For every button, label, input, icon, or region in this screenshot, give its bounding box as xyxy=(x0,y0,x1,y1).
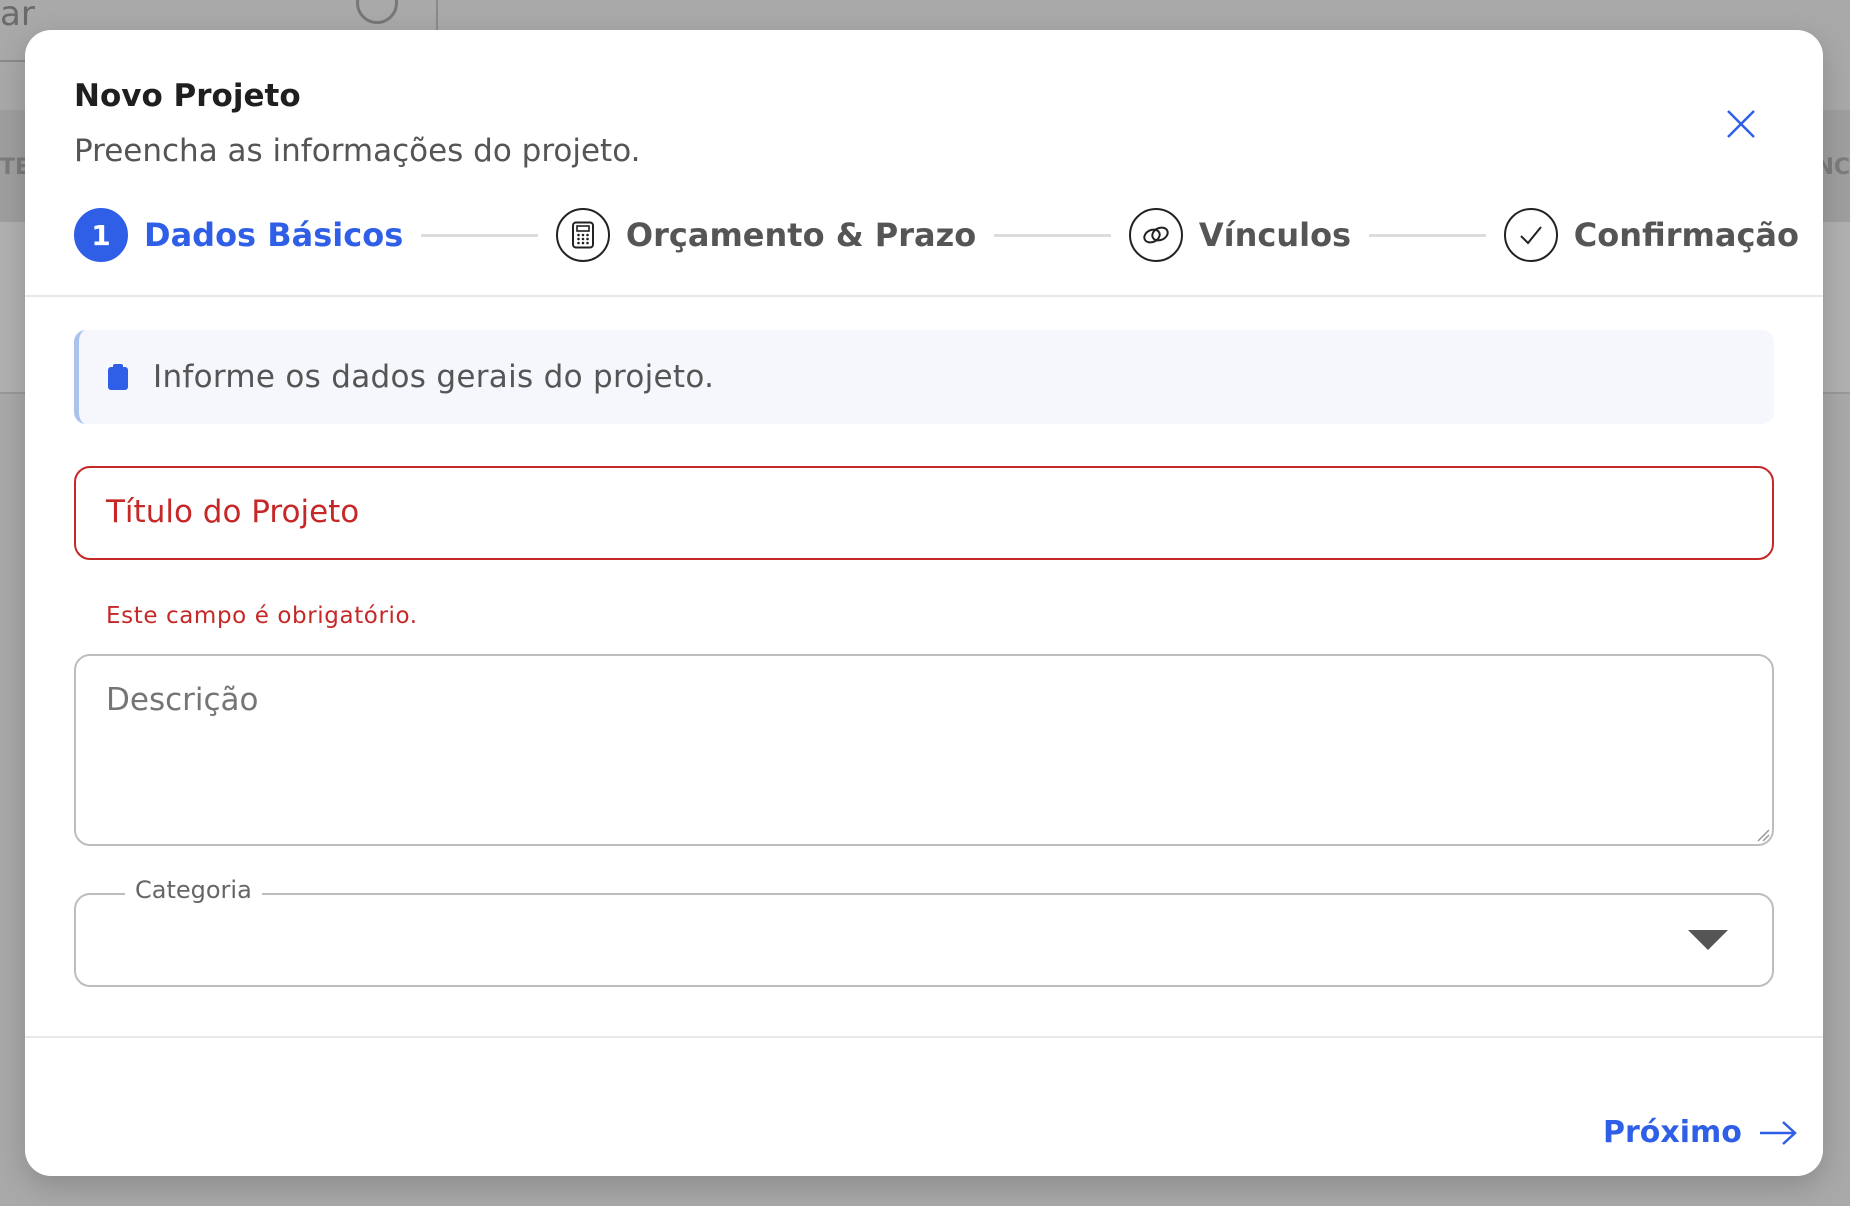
search-icon xyxy=(356,0,398,24)
link-icon xyxy=(1128,208,1183,262)
stepper: 1 Dados Básicos Orçamento & Prazo Víncul… xyxy=(74,205,1799,265)
step-connector xyxy=(994,233,1111,237)
step-label: Confirmação xyxy=(1573,216,1799,254)
project-title-input[interactable]: Título do Projeto xyxy=(74,466,1774,560)
info-banner: Informe os dados gerais do projeto. xyxy=(74,330,1774,424)
chevron-down-icon[interactable] xyxy=(1688,930,1728,950)
resize-handle-icon[interactable] xyxy=(1752,824,1770,842)
calculator-icon xyxy=(555,208,610,262)
background-search-text: ar xyxy=(0,0,35,34)
category-label: Categoria xyxy=(125,876,262,904)
footer-divider xyxy=(25,1036,1823,1038)
next-button[interactable]: Próximo xyxy=(1603,1115,1798,1150)
step-budget-deadline[interactable]: Orçamento & Prazo xyxy=(555,208,977,262)
project-title-placeholder: Título do Projeto xyxy=(106,494,360,530)
project-title-error: Este campo é obrigatório. xyxy=(106,603,418,629)
step-label: Vínculos xyxy=(1198,216,1352,254)
dialog-title: Novo Projeto xyxy=(74,78,301,114)
dialog-subtitle: Preencha as informações do projeto. xyxy=(74,133,641,169)
close-icon xyxy=(1727,110,1755,138)
step-connector xyxy=(421,233,538,237)
step-confirmation[interactable]: Confirmação xyxy=(1503,208,1799,262)
step-links[interactable]: Vínculos xyxy=(1128,208,1352,262)
check-icon xyxy=(1503,208,1558,262)
next-button-label: Próximo xyxy=(1603,1115,1742,1150)
new-project-dialog: Novo Projeto Preencha as informações do … xyxy=(25,30,1823,1176)
category-select[interactable] xyxy=(74,893,1774,987)
description-textarea[interactable]: Descrição xyxy=(74,654,1774,846)
step-number-badge: 1 xyxy=(74,208,128,262)
step-basic-data[interactable]: 1 Dados Básicos xyxy=(74,208,403,262)
info-text: Informe os dados gerais do projeto. xyxy=(153,359,715,395)
description-placeholder: Descrição xyxy=(106,682,259,718)
step-label: Dados Básicos xyxy=(144,216,404,254)
arrow-right-icon xyxy=(1759,1120,1797,1145)
header-divider xyxy=(25,295,1823,297)
clipboard-icon xyxy=(107,360,133,394)
step-label: Orçamento & Prazo xyxy=(625,216,977,254)
close-button[interactable] xyxy=(1713,96,1769,152)
step-connector xyxy=(1369,233,1486,237)
